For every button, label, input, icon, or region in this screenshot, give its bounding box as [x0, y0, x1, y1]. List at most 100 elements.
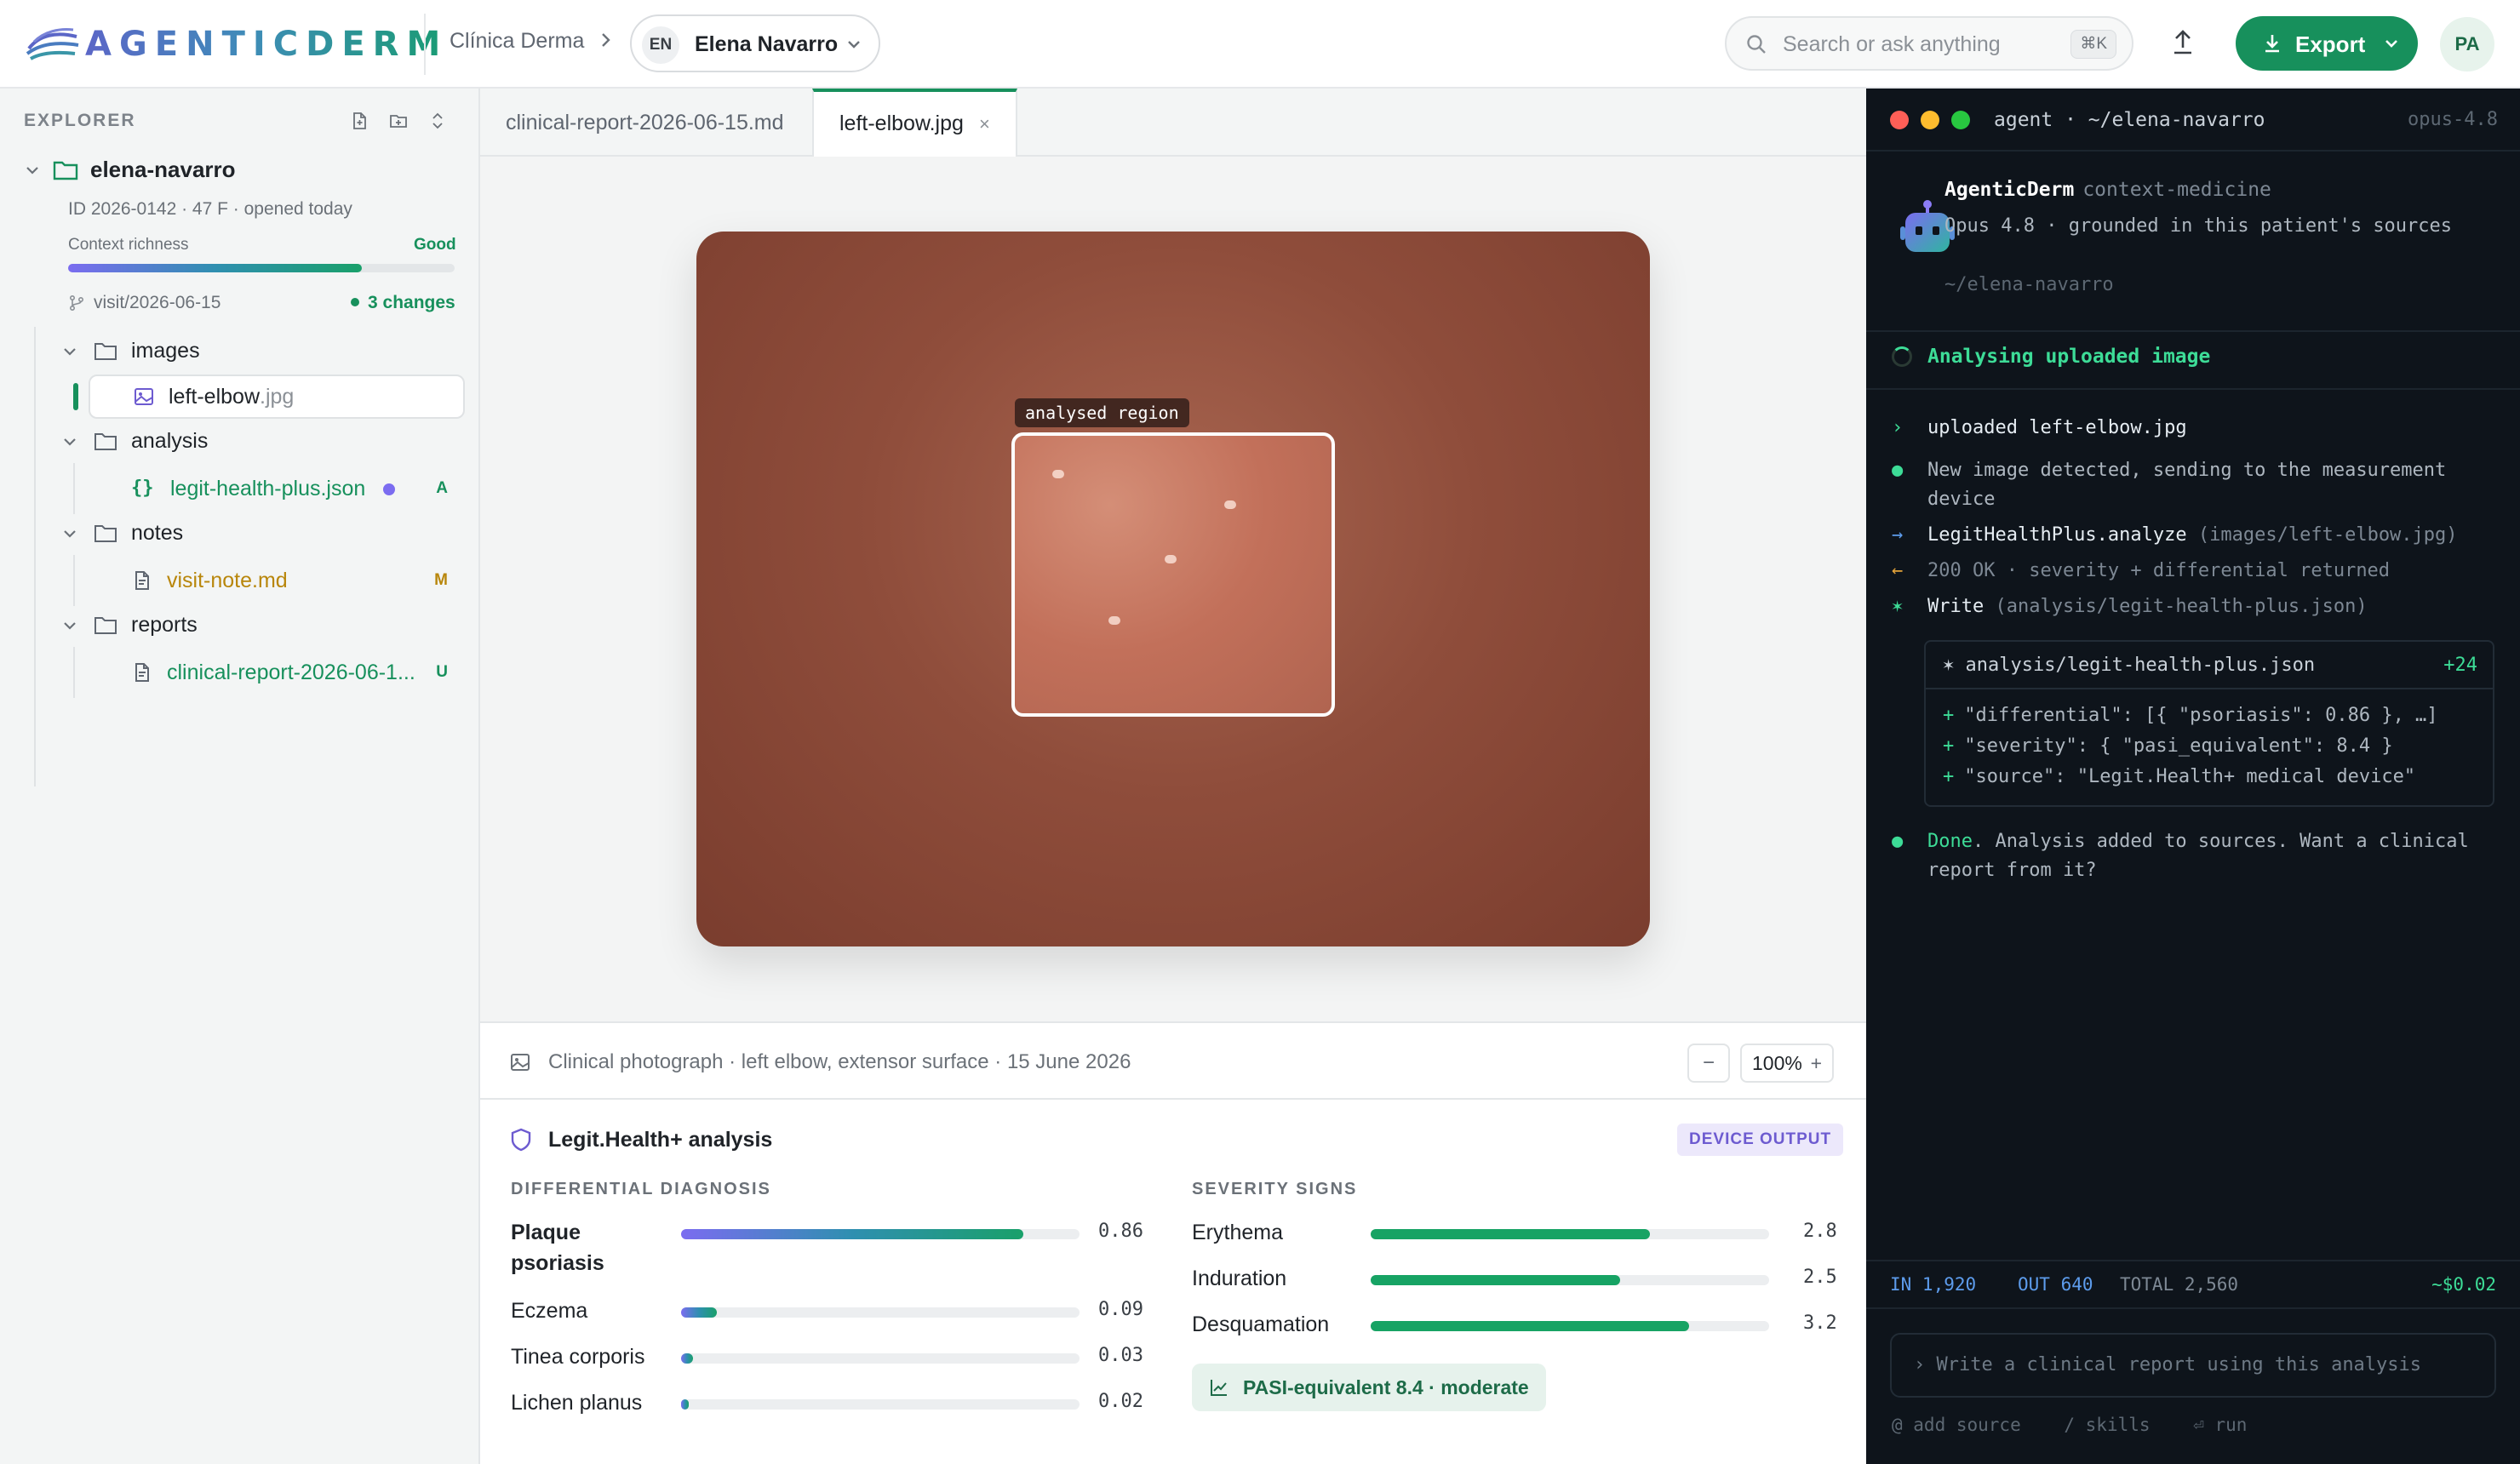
upload-icon[interactable]	[2166, 26, 2200, 60]
folder-open-icon	[53, 161, 78, 180]
folder-images[interactable]: images	[61, 339, 200, 363]
file-ext: .jpg	[260, 384, 295, 409]
chevron-down-icon	[64, 621, 76, 630]
agent-path: agent · ~/elena-navarro	[1994, 109, 2265, 131]
chevron-down-icon	[64, 347, 76, 356]
chevron-down-icon	[848, 41, 860, 49]
active-file-marker	[73, 383, 78, 410]
probability-track	[681, 1399, 1080, 1410]
hint-skills[interactable]: / skills	[2064, 1415, 2150, 1435]
document-file-icon	[135, 663, 149, 682]
patient-initials: EN	[642, 26, 679, 64]
window-maximize-dot[interactable]	[1951, 111, 1970, 129]
hint-run[interactable]: ⏎ run	[2193, 1415, 2247, 1435]
branch[interactable]: visit/2026-06-15	[68, 293, 220, 313]
agent-subpath: ~/elena-navarro	[1944, 274, 2114, 295]
explorer-actions	[349, 111, 448, 131]
root-folder-name: elena-navarro	[90, 157, 236, 182]
breadcrumb-clinic[interactable]: Clínica Derma	[450, 29, 584, 54]
file-left-elbow-jpg[interactable]: left-elbow .jpg	[89, 375, 465, 419]
log-line: ✶ Write (analysis/legit-health-plus.json…	[1892, 592, 2505, 621]
log-text: New image detected, sending to the measu…	[1927, 460, 2447, 510]
agent-status-text: Analysing uploaded image	[1927, 346, 2211, 368]
tree-guide	[73, 463, 75, 514]
folder-reports[interactable]: reports	[61, 613, 198, 638]
json-file-icon: {}	[131, 478, 154, 499]
image-icon	[511, 1054, 530, 1071]
search-placeholder: Search or ask anything	[1783, 32, 2001, 56]
severity-track	[1371, 1275, 1769, 1285]
log-text: uploaded left-elbow.jpg	[1927, 417, 2187, 438]
diff-block[interactable]: ✶ analysis/legit-health-plus.json +24 + "…	[1924, 640, 2494, 807]
collapse-icon[interactable]	[427, 111, 448, 131]
file-name: left-elbow	[169, 384, 260, 409]
user-avatar[interactable]: PA	[2440, 17, 2494, 71]
editor-tabs: clinical-report-2026-06-15.md left-elbow…	[480, 89, 1866, 157]
probability-bar	[681, 1307, 718, 1318]
diff-text: "severity": { "pasi_equivalent": 8.4 }	[1964, 735, 2393, 757]
explorer-title: EXPLORER	[24, 111, 136, 130]
scale-spot	[1108, 616, 1120, 625]
agent-name: AgenticDerm context-medicine	[1944, 179, 2271, 201]
log-line: ● New image detected, sending to the mea…	[1892, 456, 2505, 514]
log-call: Write	[1927, 596, 1984, 617]
plus-icon: +	[1943, 766, 1955, 787]
probability-value: 0.86	[1098, 1221, 1143, 1242]
new-folder-icon[interactable]	[388, 111, 409, 131]
export-label: Export	[2295, 31, 2366, 57]
new-file-icon[interactable]	[349, 111, 369, 131]
file-legit-health-plus-json[interactable]: {} legit-health-plus.json A	[89, 466, 465, 511]
export-button[interactable]: Export	[2236, 16, 2418, 71]
tokens-out: OUT 640	[2018, 1274, 2093, 1295]
tab-label: clinical-report-2026-06-15.md	[506, 111, 784, 134]
app-logo[interactable]: AGENTICDERM	[26, 19, 448, 70]
patient-selector[interactable]: EN Elena Navarro	[630, 14, 880, 72]
differential-heading: DIFFERENTIAL DIAGNOSIS	[511, 1180, 771, 1198]
region-label: analysed region	[1015, 398, 1189, 427]
file-visit-note-md[interactable]: visit-note.md M	[89, 558, 465, 603]
changes-count[interactable]: 3 changes	[351, 293, 455, 313]
divider	[424, 14, 426, 75]
scale-spot	[1165, 555, 1177, 563]
diff-line: + "source": "Legit.Health+ medical device…	[1943, 766, 2415, 787]
analysis-panel: Legit.Health+ analysis DEVICE OUTPUT DIF…	[480, 1100, 1866, 1464]
scale-spot	[1224, 500, 1236, 509]
tab-left-elbow[interactable]: left-elbow.jpg ×	[812, 89, 1017, 157]
tree-guide	[73, 555, 75, 606]
folder-analysis[interactable]: analysis	[61, 429, 208, 454]
search-icon	[1747, 35, 1766, 54]
search-input[interactable]: Search or ask anything ⌘K	[1725, 16, 2133, 71]
token-usage: IN 1,920 OUT 640 TOTAL 2,560 ~$0.02	[1866, 1260, 2520, 1309]
patient-name: Elena Navarro	[695, 32, 839, 56]
probability-bar	[681, 1353, 694, 1364]
severity-track	[1371, 1229, 1769, 1239]
analysis-title-text: Legit.Health+ analysis	[548, 1127, 773, 1152]
file-clinical-report[interactable]: clinical-report-2026-06-1... U	[89, 650, 465, 695]
zoom-level[interactable]: 100% +	[1740, 1044, 1834, 1083]
diff-file: ✶ analysis/legit-health-plus.json	[1943, 655, 2316, 676]
prompt-hints: @ add source / skills ⏎ run	[1892, 1415, 2279, 1435]
file-name: legit-health-plus.json	[170, 476, 366, 500]
probability-track	[681, 1229, 1080, 1239]
root-folder[interactable]: elena-navarro	[24, 157, 236, 183]
tab-clinical-report[interactable]: clinical-report-2026-06-15.md	[506, 89, 784, 157]
log-arg: (analysis/legit-health-plus.json)	[1995, 596, 2368, 617]
tree-guide	[34, 327, 36, 786]
context-value: Good	[414, 236, 456, 254]
hint-add-source[interactable]: @ add source	[1892, 1415, 2021, 1435]
analysed-region-box[interactable]	[1011, 432, 1335, 717]
probability-value: 0.03	[1098, 1345, 1143, 1366]
diagnosis-name: Tinea corporis	[511, 1345, 645, 1369]
plus-icon: +	[1943, 735, 1955, 757]
scale-spot	[1052, 470, 1064, 478]
zoom-value: 100%	[1752, 1052, 1802, 1074]
folder-notes[interactable]: notes	[61, 521, 183, 546]
agent-prompt-input[interactable]: › Write a clinical report using this ana…	[1890, 1333, 2496, 1398]
window-close-dot[interactable]	[1890, 111, 1909, 129]
close-icon[interactable]: ×	[979, 113, 990, 134]
zoom-in-button[interactable]: +	[1811, 1045, 1822, 1081]
zoom-out-button[interactable]: −	[1687, 1044, 1730, 1083]
folder-name: images	[131, 339, 200, 363]
folder-name: reports	[131, 613, 198, 637]
window-minimize-dot[interactable]	[1921, 111, 1939, 129]
